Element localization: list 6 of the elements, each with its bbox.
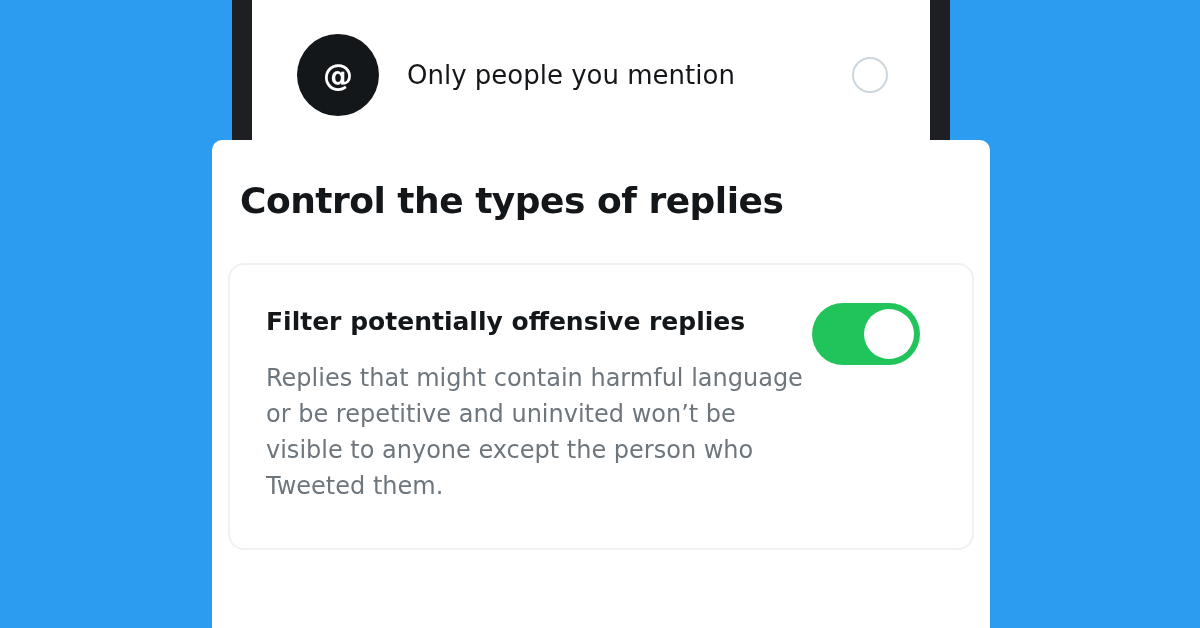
setting-description: Replies that might contain harmful language or be repetitive and uninvited won’t be visible to anyone except the person who Tweeted them. [266, 363, 804, 502]
setting-label: Filter potentially offensive replies [266, 307, 747, 336]
card-title: Control the types of replies [240, 180, 785, 221]
radio-button[interactable] [852, 57, 888, 93]
mention-icon: @ [297, 34, 379, 116]
option-label: Only people you mention [407, 60, 736, 90]
